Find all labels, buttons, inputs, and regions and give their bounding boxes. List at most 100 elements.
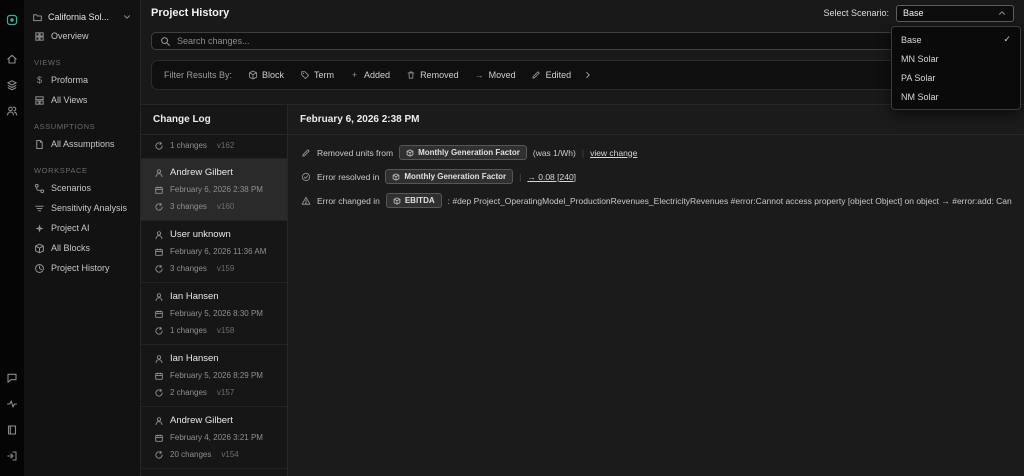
sidebar-item-overview[interactable]: Overview bbox=[32, 26, 132, 46]
calendar-icon bbox=[153, 184, 164, 195]
grid-icon bbox=[34, 31, 45, 42]
person-icon bbox=[153, 415, 164, 426]
arrow-right-icon: → bbox=[474, 69, 484, 80]
log-entry[interactable]: Andrew Gilbert February 6, 2026 2:38 PM bbox=[141, 159, 287, 221]
menu-item-pa-solar[interactable]: PA Solar bbox=[892, 68, 1020, 87]
sidebar-item-sensitivity-analysis[interactable]: Sensitivity Analysis bbox=[32, 198, 132, 218]
change-row-error-resolved: Error resolved in Monthly Generation Fac… bbox=[300, 169, 1012, 184]
sidebar-item-label: All Assumptions bbox=[51, 139, 115, 149]
detail-body: Removed units from Monthly Generation Fa… bbox=[288, 135, 1024, 218]
document-icon bbox=[34, 139, 45, 150]
chevron-down-icon bbox=[121, 12, 132, 23]
person-icon bbox=[153, 167, 164, 178]
sidebar-item-all-assumptions[interactable]: All Assumptions bbox=[32, 134, 132, 154]
filter-bar: Filter Results By: Block Term + Added Re… bbox=[151, 60, 1014, 90]
scenario-dropdown-menu: Base ✓ MN Solar PA Solar NM Solar bbox=[891, 26, 1021, 110]
sidebar-item-label: Scenarios bbox=[51, 183, 92, 193]
layers-icon[interactable] bbox=[4, 77, 20, 93]
view-change-link[interactable]: view change bbox=[590, 148, 637, 158]
separator: | bbox=[581, 147, 585, 158]
changes-counter-icon bbox=[153, 201, 164, 212]
filter-button-added[interactable]: + Added bbox=[349, 70, 390, 81]
views-icon bbox=[34, 95, 45, 106]
changes-counter-icon bbox=[153, 449, 164, 460]
log-entry[interactable]: Ian Hansen February 5, 2026 8:30 PM 1 ch… bbox=[141, 283, 287, 345]
log-entry[interactable]: User unknown February 6, 2026 11:36 AM 3… bbox=[141, 221, 287, 283]
sidebar-item-scenarios[interactable]: Scenarios bbox=[32, 178, 132, 198]
calendar-icon bbox=[153, 246, 164, 257]
tag-icon bbox=[299, 70, 310, 81]
change-log-panel: Change Log 1 changes v162 Andrew Gilbert… bbox=[141, 105, 288, 476]
sidebar-item-label: All Views bbox=[51, 95, 88, 105]
person-icon bbox=[153, 353, 164, 364]
sidebar-item-all-views[interactable]: All Views bbox=[32, 90, 132, 110]
app-logo-icon[interactable] bbox=[4, 12, 20, 28]
main-area: Project History Select Scenario: Base Ba… bbox=[141, 0, 1024, 476]
icon-rail bbox=[0, 0, 24, 476]
filter-button-moved[interactable]: → Moved bbox=[474, 70, 516, 81]
sparkle-icon bbox=[34, 223, 45, 234]
menu-item-nm-solar[interactable]: NM Solar bbox=[892, 87, 1020, 106]
filter-button-edited[interactable]: Edited bbox=[531, 70, 571, 81]
scenario-select[interactable]: Base bbox=[896, 4, 1014, 22]
log-entry[interactable]: Andrew Gilbert February 4, 2026 3:21 PM bbox=[141, 407, 287, 469]
folder-icon bbox=[32, 12, 43, 23]
docs-icon[interactable] bbox=[4, 422, 20, 438]
block-badge[interactable]: Monthly Generation Factor bbox=[385, 169, 514, 184]
project-selector[interactable]: California Sol... bbox=[32, 8, 132, 26]
trash-icon bbox=[405, 70, 416, 81]
value-change-link[interactable]: → 0.08 [240] bbox=[527, 172, 576, 182]
check-icon: ✓ bbox=[1003, 34, 1011, 44]
change-detail-panel: February 6, 2026 2:38 PM Removed units f… bbox=[288, 105, 1024, 476]
pencil-icon bbox=[531, 70, 542, 81]
block-badge[interactable]: Monthly Generation Factor bbox=[399, 145, 527, 160]
app-window: California Sol... Overview VIEWS $ Profo… bbox=[0, 0, 1024, 476]
sidebar-item-label: Sensitivity Analysis bbox=[51, 203, 128, 213]
sidebar-item-project-ai[interactable]: Project AI bbox=[32, 218, 132, 238]
sidebar-item-label: All Blocks bbox=[51, 243, 91, 253]
scenario-control: Select Scenario: Base bbox=[823, 4, 1014, 22]
scenario-value: Base bbox=[903, 8, 924, 18]
logout-icon[interactable] bbox=[4, 448, 20, 464]
block-icon bbox=[247, 70, 258, 81]
search-input[interactable]: Search changes... bbox=[151, 32, 1014, 50]
home-icon[interactable] bbox=[4, 51, 20, 67]
calendar-icon bbox=[153, 308, 164, 319]
sidebar-item-all-blocks[interactable]: All Blocks bbox=[32, 238, 132, 258]
filter-button-block[interactable]: Block bbox=[247, 70, 284, 81]
activity-icon[interactable] bbox=[4, 396, 20, 412]
filter-button-term[interactable]: Term bbox=[299, 70, 334, 81]
check-circle-icon bbox=[300, 171, 311, 182]
menu-item-base[interactable]: Base ✓ bbox=[892, 30, 1020, 49]
changes-counter-icon bbox=[153, 263, 164, 274]
search-placeholder: Search changes... bbox=[177, 36, 250, 46]
chevron-up-icon bbox=[996, 8, 1007, 19]
change-log-list: 1 changes v162 Andrew Gilbert February 6… bbox=[141, 135, 287, 476]
branch-icon bbox=[34, 183, 45, 194]
team-icon[interactable] bbox=[4, 103, 20, 119]
menu-item-mn-solar[interactable]: MN Solar bbox=[892, 49, 1020, 68]
filter-button-removed[interactable]: Removed bbox=[405, 70, 459, 81]
section-title-assumptions: ASSUMPTIONS bbox=[34, 122, 96, 131]
sidebar-item-proforma[interactable]: $ Proforma bbox=[32, 70, 132, 90]
page-header: Project History Select Scenario: Base bbox=[141, 0, 1024, 26]
calendar-icon bbox=[153, 370, 164, 381]
sidebar-item-label: Proforma bbox=[51, 75, 89, 85]
section-title-views: VIEWS bbox=[34, 58, 62, 67]
change-row-error-changed: Error changed in EBITDA : #dep Project_O… bbox=[300, 193, 1012, 208]
change-row-removed-units: Removed units from Monthly Generation Fa… bbox=[300, 145, 1012, 160]
block-icon bbox=[393, 196, 401, 205]
sidebar-item-project-history[interactable]: Project History bbox=[32, 258, 132, 278]
filter-label: Filter Results By: bbox=[164, 70, 233, 80]
log-entry[interactable]: Andrew Gilbert bbox=[141, 469, 287, 476]
sidebar-item-label: Project History bbox=[51, 263, 110, 273]
chevron-right-icon[interactable] bbox=[582, 70, 593, 81]
feedback-icon[interactable] bbox=[4, 370, 20, 386]
project-name: California Sol... bbox=[48, 12, 110, 22]
scenario-label: Select Scenario: bbox=[823, 8, 889, 18]
log-entry[interactable]: Ian Hansen February 5, 2026 8:29 PM 2 ch… bbox=[141, 345, 287, 407]
block-badge[interactable]: EBITDA bbox=[385, 193, 442, 208]
pencil-icon bbox=[300, 147, 311, 158]
changes-counter-icon bbox=[153, 140, 164, 151]
log-entry-partial[interactable]: 1 changes v162 bbox=[141, 135, 287, 159]
